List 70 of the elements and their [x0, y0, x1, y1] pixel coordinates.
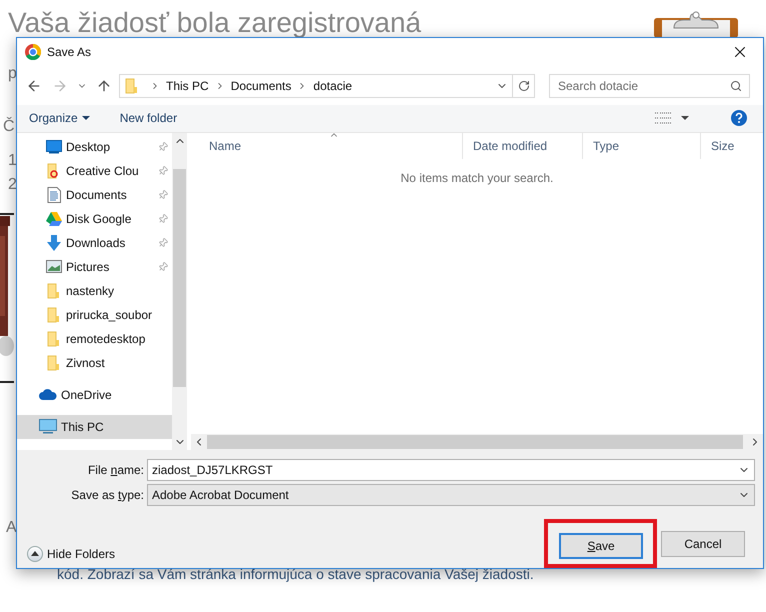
search-icon — [730, 80, 742, 92]
nav-item[interactable]: Disk Google — [17, 206, 172, 231]
nav-item[interactable]: remotedesktop — [17, 326, 172, 351]
page-text: kód. Zobrazí sa Vám stránka informujúca o stave spracovania Vašej žiadosti. — [57, 565, 534, 584]
help-icon[interactable] — [731, 110, 747, 126]
folder-icon — [46, 354, 62, 371]
column-header[interactable]: Date modified — [463, 132, 583, 159]
refresh-icon[interactable] — [518, 80, 530, 92]
nav-label: Zivnost — [66, 354, 105, 372]
nav-item[interactable]: Zivnost — [17, 350, 172, 375]
nav-label: This PC — [61, 418, 104, 436]
nav-item[interactable]: This PC — [17, 414, 172, 439]
nav-item[interactable]: OneDrive — [17, 382, 172, 407]
folder-icon — [46, 282, 62, 299]
hide-folders-button[interactable]: Hide Folders — [27, 544, 116, 562]
nav-item[interactable]: Creative Clou — [17, 158, 172, 183]
nav-label: Downloads — [66, 234, 126, 252]
new-folder-button[interactable]: New folder — [120, 109, 178, 128]
nav-item[interactable]: Pictures — [17, 254, 172, 279]
nav-label: prirucka_soubor — [66, 306, 152, 324]
breadcrumb[interactable]: This PC — [166, 76, 209, 95]
download-arrow-icon — [46, 234, 62, 251]
nav-label: remotedesktop — [66, 330, 146, 348]
cancel-button[interactable]: Cancel — [661, 530, 745, 556]
window-title: Save As — [47, 44, 92, 62]
breadcrumb[interactable]: dotacie — [313, 76, 352, 95]
save-button[interactable]: Save — [559, 533, 643, 559]
scrollbar[interactable] — [172, 132, 187, 450]
nav-label: OneDrive — [61, 386, 112, 404]
folder-icon — [46, 306, 62, 323]
address-bar[interactable]: This PC Documents dotacie — [119, 74, 535, 98]
folder-icon — [124, 78, 140, 94]
triangle-icon — [46, 212, 62, 226]
nav-label: nastenky — [66, 282, 114, 300]
monitor-icon — [46, 140, 62, 154]
search-field[interactable]: Search dotacie — [549, 74, 750, 98]
nav-item[interactable]: prirucka_soubor — [17, 302, 172, 327]
file-name-field[interactable]: ziadost_DJ57LKRGST — [147, 459, 755, 481]
field-label: File name: — [86, 462, 145, 479]
scrollbar[interactable] — [191, 434, 763, 450]
page-text: 1 — [8, 151, 17, 171]
nav-item[interactable]: Desktop — [17, 134, 172, 159]
nav-item[interactable]: Documents — [17, 182, 172, 207]
page-text: p — [8, 64, 17, 84]
image-icon — [46, 260, 62, 274]
organize-menu[interactable]: Organize — [29, 109, 90, 128]
page-text: A — [6, 518, 17, 538]
page-text: 2 — [8, 175, 17, 195]
nav-item[interactable]: Downloads — [17, 230, 172, 255]
view-options-button[interactable] — [655, 112, 689, 124]
nav-label: Disk Google — [66, 210, 132, 228]
cloud-icon — [39, 389, 57, 400]
empty-message: No items match your search. — [400, 170, 554, 185]
nav-label: Creative Clou — [66, 162, 139, 180]
nav-label: Pictures — [66, 258, 110, 276]
field-label: Save as type: — [70, 487, 145, 504]
document-icon — [47, 186, 61, 203]
column-header[interactable]: Name — [191, 132, 463, 159]
nav-item[interactable]: nastenky — [17, 278, 172, 303]
app-icon — [25, 44, 41, 60]
computer-icon — [39, 419, 57, 434]
column-header[interactable]: Size — [701, 132, 763, 159]
column-header[interactable]: Type — [583, 132, 701, 159]
page-title: Vaša žiadosť bola zaregistrovaná — [8, 6, 422, 40]
file-type-dropdown[interactable]: Adobe Acrobat Document — [147, 484, 755, 506]
nav-label: Documents — [66, 186, 127, 204]
page-text: Č — [3, 116, 15, 137]
nav-label: Desktop — [66, 138, 110, 156]
breadcrumb[interactable]: Documents — [230, 76, 292, 95]
folder-icon — [46, 330, 62, 347]
